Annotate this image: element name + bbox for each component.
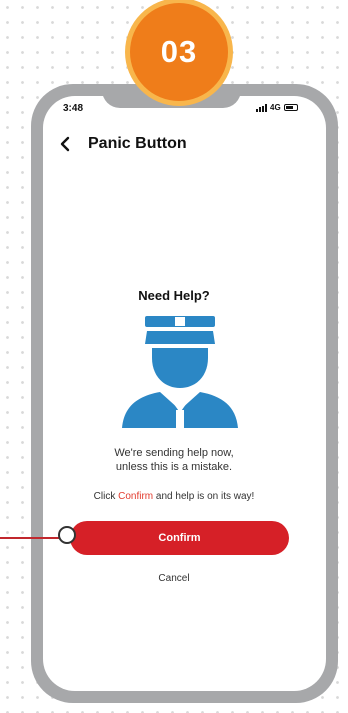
step-number: 03 — [160, 34, 198, 69]
back-button[interactable] — [58, 135, 72, 153]
help-heading: Need Help? — [138, 288, 210, 303]
status-bar-icons: 4G — [256, 103, 298, 112]
confirm-button[interactable]: Confirm — [70, 521, 289, 555]
status-bar-time: 3:48 — [63, 103, 84, 114]
message-line-2: unless this is a mistake. — [115, 461, 233, 473]
callout-marker — [58, 526, 76, 544]
police-officer-icon — [122, 316, 238, 428]
callout-line — [0, 537, 62, 539]
network-type: 4G — [270, 103, 281, 112]
instruction-suffix: and help is on its way! — [153, 491, 255, 502]
cancel-link[interactable]: Cancel — [0, 573, 348, 584]
help-message: We're sending help now, unless this is a… — [0, 446, 348, 474]
chevron-left-icon — [60, 136, 70, 152]
confirm-instruction: Click Confirm and help is on its way! — [0, 491, 348, 502]
signal-icon — [256, 103, 267, 112]
battery-icon — [283, 104, 298, 111]
instruction-prefix: Click — [93, 491, 119, 502]
message-line-1: We're sending help now, — [114, 447, 234, 459]
step-number-badge: 03 — [130, 3, 228, 101]
instruction-highlight: Confirm — [118, 491, 154, 502]
page-title: Panic Button — [88, 135, 187, 152]
